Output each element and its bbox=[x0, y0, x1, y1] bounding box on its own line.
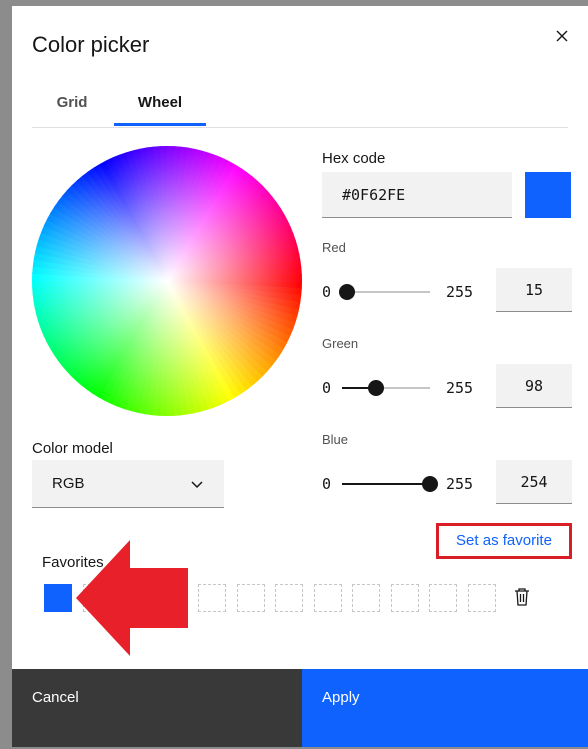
favorite-slot-empty[interactable] bbox=[429, 584, 457, 612]
favorite-slot-empty[interactable] bbox=[198, 584, 226, 612]
favorite-slot-empty[interactable] bbox=[352, 584, 380, 612]
blue-min: 0 bbox=[322, 475, 332, 493]
color-model-select[interactable]: RGB bbox=[32, 460, 224, 508]
color-preview-swatch bbox=[525, 172, 571, 218]
blue-label: Blue bbox=[322, 432, 349, 447]
favorite-swatch[interactable] bbox=[44, 584, 72, 612]
blue-slider-thumb[interactable] bbox=[421, 476, 438, 492]
blue-slider-fill bbox=[342, 483, 430, 485]
favorite-slot-empty[interactable] bbox=[236, 584, 265, 612]
red-min: 0 bbox=[322, 283, 332, 301]
dialog-footer: Cancel Apply bbox=[12, 669, 588, 747]
green-slider-thumb[interactable] bbox=[367, 380, 384, 396]
green-label: Green bbox=[322, 336, 359, 351]
trash-icon[interactable] bbox=[514, 588, 530, 606]
annotation-arrow-icon bbox=[76, 540, 188, 656]
cancel-button[interactable]: Cancel bbox=[12, 669, 302, 747]
close-icon[interactable] bbox=[554, 28, 570, 44]
apply-button[interactable]: Apply bbox=[302, 669, 588, 747]
hex-code-label: Hex code bbox=[322, 150, 386, 167]
set-as-favorite-link[interactable]: Set as favorite bbox=[436, 523, 572, 559]
color-model-value: RGB bbox=[52, 475, 85, 492]
red-max: 255 bbox=[446, 283, 474, 301]
blue-max: 255 bbox=[446, 475, 474, 493]
red-slider-thumb[interactable] bbox=[339, 284, 356, 300]
favorite-slot-empty[interactable] bbox=[467, 584, 496, 612]
green-slider[interactable] bbox=[342, 380, 430, 396]
hex-code-input[interactable]: #0F62FE bbox=[322, 172, 512, 218]
dialog-title: Color picker bbox=[32, 32, 150, 57]
green-min: 0 bbox=[322, 379, 332, 397]
red-value-input[interactable]: 15 bbox=[496, 268, 572, 312]
tab-wheel[interactable]: Wheel bbox=[114, 90, 206, 126]
favorite-slot-empty[interactable] bbox=[390, 584, 419, 612]
blue-value-input[interactable]: 254 bbox=[496, 460, 572, 504]
favorite-slot-empty[interactable] bbox=[313, 584, 342, 612]
favorite-slot-empty[interactable] bbox=[275, 584, 303, 612]
green-max: 255 bbox=[446, 379, 474, 397]
red-label: Red bbox=[322, 240, 346, 255]
tab-grid[interactable]: Grid bbox=[32, 90, 112, 126]
color-picker-dialog: Color picker Grid Wheel Hex code #0F62FE… bbox=[12, 6, 588, 747]
color-wheel[interactable] bbox=[32, 146, 302, 416]
tab-list: Grid Wheel bbox=[32, 90, 568, 128]
blue-slider[interactable] bbox=[342, 476, 438, 492]
green-value-input[interactable]: 98 bbox=[496, 364, 572, 408]
chevron-down-icon bbox=[191, 481, 203, 489]
red-slider[interactable] bbox=[339, 284, 430, 300]
color-model-label: Color model bbox=[32, 440, 113, 457]
